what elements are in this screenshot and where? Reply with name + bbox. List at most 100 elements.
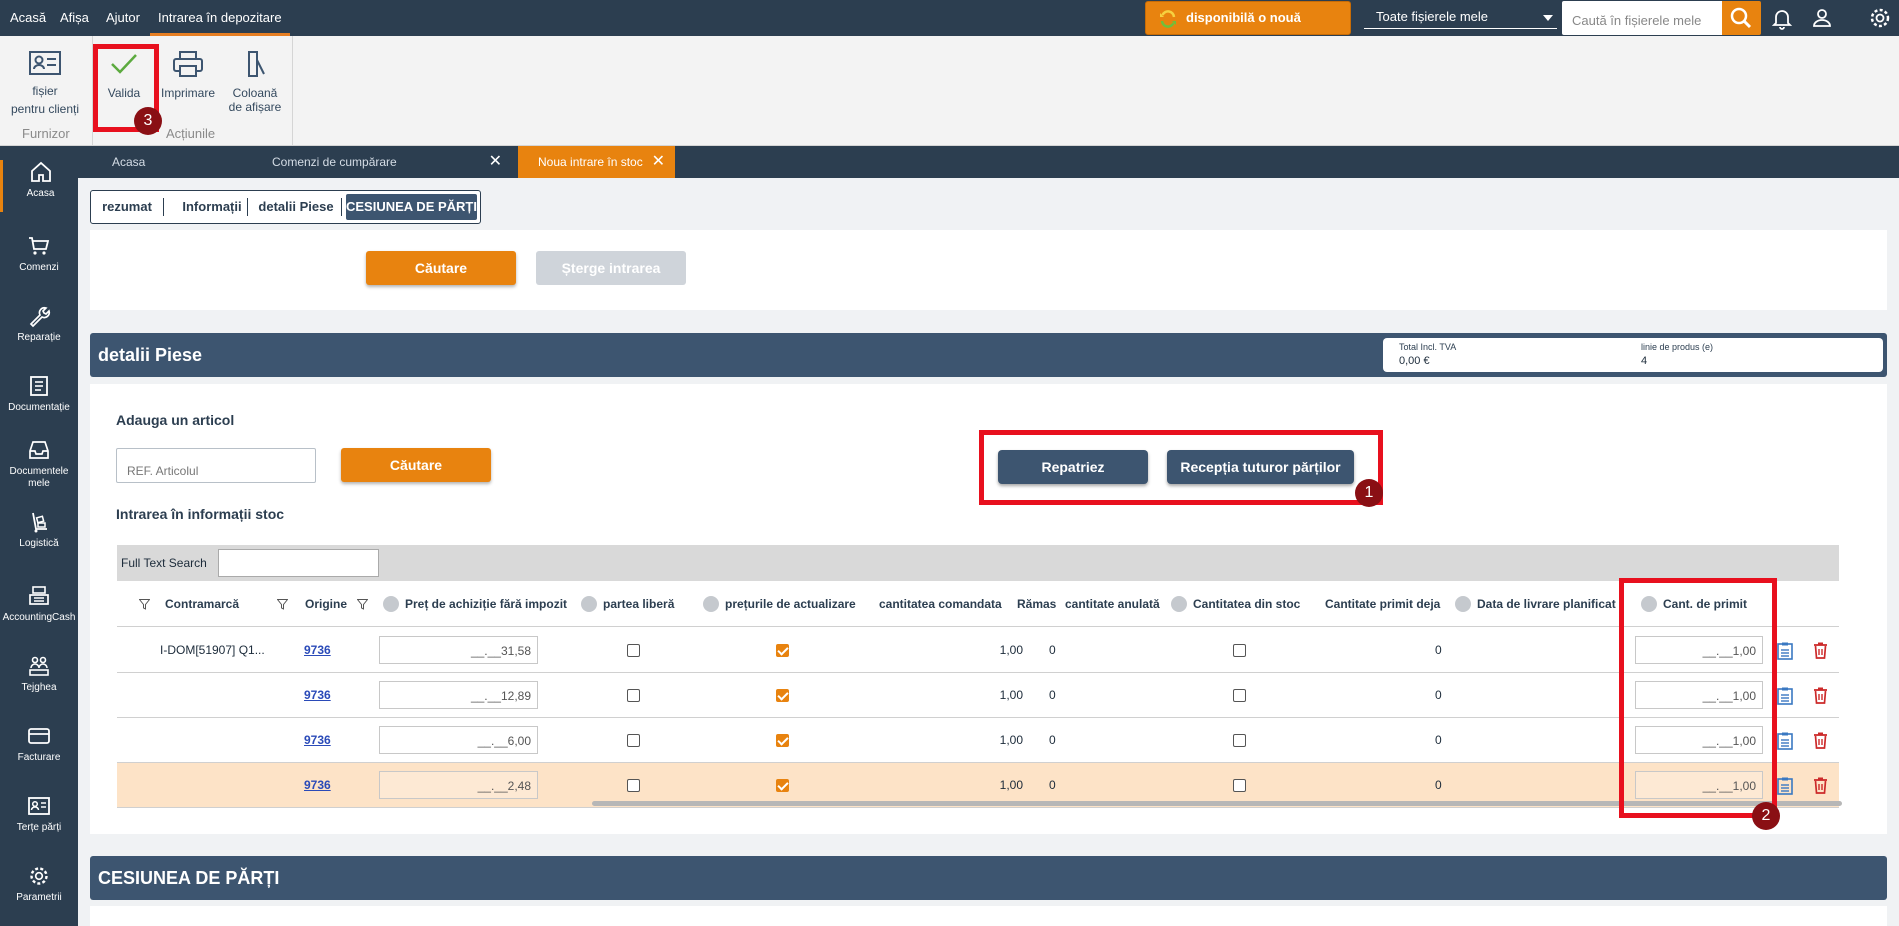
delete-entry-button[interactable]: Șterge intrarea bbox=[536, 251, 686, 285]
col-origine[interactable]: Origine bbox=[305, 581, 347, 627]
checkbox-partea-libera[interactable] bbox=[627, 734, 640, 747]
trash-icon[interactable] bbox=[1813, 718, 1828, 763]
checkbox-partea-libera[interactable] bbox=[627, 779, 640, 792]
sidebar: Acasa Comenzi Reparație Documentație Doc… bbox=[0, 146, 78, 926]
close-icon[interactable]: ✕ bbox=[489, 146, 502, 178]
sidebar-item-reparatie[interactable]: Reparație bbox=[0, 304, 78, 344]
bell-icon[interactable] bbox=[1770, 6, 1794, 30]
table-row[interactable]: I-DOM[51907] Q1... 9736 __.__31,58 1,00 0 0 __… bbox=[117, 628, 1839, 673]
filter-icon[interactable] bbox=[357, 581, 374, 627]
cell-origine-link[interactable]: 9736 bbox=[304, 718, 331, 763]
cell-pret-input[interactable]: __.__2,48 bbox=[379, 771, 538, 799]
checkbox-actualizare[interactable] bbox=[776, 734, 789, 747]
add-article-label: Adauga un articol bbox=[116, 412, 235, 428]
col-cantitate-primit-deja[interactable]: Cantitate primit deja bbox=[1325, 581, 1440, 627]
card-icon bbox=[28, 728, 50, 744]
cell-pret-input[interactable]: __.__12,89 bbox=[379, 681, 538, 709]
trash-icon[interactable] bbox=[1813, 673, 1828, 718]
print-button[interactable]: Imprimare bbox=[158, 50, 218, 100]
close-icon[interactable]: ✕ bbox=[652, 146, 665, 178]
tab-acasa[interactable]: Acasa bbox=[92, 146, 242, 178]
sidebar-item-terte-parti[interactable]: Terțe părți bbox=[0, 794, 78, 834]
search-button[interactable]: Căutare bbox=[366, 251, 516, 285]
sidebar-item-accountingcash[interactable]: AccountingCash bbox=[0, 584, 78, 624]
customer-file-label-2: pentru clienți bbox=[10, 102, 80, 116]
cell-origine-link[interactable]: 9736 bbox=[304, 763, 331, 808]
sidebar-item-facturare[interactable]: Facturare bbox=[0, 724, 78, 764]
subtab-informatii[interactable]: Informații bbox=[167, 191, 257, 223]
sidebar-item-comenzi[interactable]: Comenzi bbox=[0, 234, 78, 274]
cell-comandata: 1,00 bbox=[999, 643, 1023, 657]
tab-noua-intrare-in-stoc[interactable]: Noua intrare în stoc ✕ bbox=[518, 146, 675, 178]
gear-icon[interactable] bbox=[1868, 6, 1892, 30]
sidebar-item-documentatie[interactable]: Documentație bbox=[0, 374, 78, 414]
sidebar-item-logistica[interactable]: Logistică bbox=[0, 510, 78, 550]
customer-file-button[interactable]: fișier pentru clienți bbox=[8, 50, 82, 116]
column-display-label-2: de afișare bbox=[228, 100, 282, 114]
list-icon[interactable] bbox=[1777, 673, 1793, 718]
menu-acasa[interactable]: Acasă bbox=[10, 0, 46, 36]
sidebar-item-documentele-mele[interactable]: Documentele mele bbox=[0, 438, 78, 490]
checkbox-stoc[interactable] bbox=[1233, 734, 1246, 747]
checkbox-partea-libera[interactable] bbox=[627, 689, 640, 702]
list-icon[interactable] bbox=[1777, 718, 1793, 763]
col-cantitate-anulata[interactable]: cantitate anulată bbox=[1065, 581, 1160, 627]
menu-afisa[interactable]: Afișa bbox=[60, 0, 89, 36]
section-subtabs: rezumat Informații detalii Piese CESIUNE… bbox=[90, 190, 481, 224]
edit-icon bbox=[1455, 595, 1471, 612]
filter-icon[interactable] bbox=[139, 581, 156, 627]
search-input[interactable]: Caută în fișierele mele bbox=[1562, 1, 1722, 35]
checkbox-stoc[interactable] bbox=[1233, 689, 1246, 702]
col-data-livrare[interactable]: Data de livrare planificat bbox=[1455, 581, 1616, 627]
table-row[interactable]: 9736 __.__6,00 1,00 0 0 __.__1,00 bbox=[117, 718, 1839, 763]
checkbox-actualizare[interactable] bbox=[776, 644, 789, 657]
user-icon[interactable] bbox=[1810, 6, 1834, 30]
table-row[interactable]: 9736 __.__12,89 1,00 0 0 __.__1,00 bbox=[117, 673, 1839, 718]
counter-icon bbox=[29, 656, 49, 676]
subtab-rezumat[interactable]: rezumat bbox=[95, 191, 159, 223]
col-contramarca[interactable]: Contramarcă bbox=[165, 581, 239, 627]
cell-origine-link[interactable]: 9736 bbox=[304, 673, 331, 718]
cesiune-title: CESIUNEA DE PĂRȚI bbox=[98, 868, 280, 888]
sidebar-label: Acasa bbox=[26, 188, 55, 199]
checkbox-stoc[interactable] bbox=[1233, 644, 1246, 657]
article-ref-input[interactable]: REF. Articolul bbox=[116, 448, 316, 483]
sidebar-label: Reparație bbox=[17, 332, 61, 343]
full-text-search-label: Full Text Search bbox=[121, 556, 207, 570]
checkbox-stoc[interactable] bbox=[1233, 779, 1246, 792]
cell-pret-input[interactable]: __.__31,58 bbox=[379, 636, 538, 664]
col-cantitatea-din-stoc[interactable]: Cantitatea din stoc bbox=[1171, 581, 1300, 627]
menu-ajutor[interactable]: Ajutor bbox=[106, 0, 140, 36]
article-search-button[interactable]: Căutare bbox=[341, 448, 491, 482]
search-button[interactable] bbox=[1722, 1, 1761, 35]
sidebar-item-parametrii[interactable]: Parametrii bbox=[0, 864, 78, 904]
col-partea-libera[interactable]: partea liberă bbox=[581, 581, 674, 627]
subtab-cesiunea-de-parti[interactable]: CESIUNEA DE PĂRȚI bbox=[346, 194, 477, 220]
trash-icon[interactable] bbox=[1813, 628, 1828, 673]
sidebar-label: Tejghea bbox=[21, 682, 57, 693]
col-cantitatea-comandata[interactable]: cantitatea comandata bbox=[879, 581, 1002, 627]
sidebar-item-tejghea[interactable]: Tejghea bbox=[0, 654, 78, 694]
col-pret-achizitie[interactable]: Preț de achiziție fără impozit bbox=[383, 581, 567, 627]
table-header: Contramarcă Origine Preț de achiziție fă… bbox=[117, 581, 1839, 627]
full-text-search-input[interactable] bbox=[218, 549, 379, 577]
subtab-detalii-piese[interactable]: detalii Piese bbox=[251, 191, 341, 223]
update-available-button[interactable]: disponibilă o nouă versiune bbox=[1145, 1, 1351, 57]
filter-icon[interactable] bbox=[277, 581, 294, 627]
menu-intrarea-in-depozitare[interactable]: Intrarea în depozitare bbox=[150, 0, 290, 36]
list-icon[interactable] bbox=[1777, 628, 1793, 673]
col-ramas[interactable]: Rămas bbox=[1017, 581, 1056, 627]
checkbox-actualizare[interactable] bbox=[776, 689, 789, 702]
checkbox-partea-libera[interactable] bbox=[627, 644, 640, 657]
checkbox-actualizare[interactable] bbox=[776, 779, 789, 792]
wrench-icon bbox=[29, 306, 51, 328]
cell-origine-link[interactable]: 9736 bbox=[304, 628, 331, 673]
tab-comenzi-de-cumparare[interactable]: Comenzi de cumpărare ✕ bbox=[252, 146, 512, 178]
edit-icon bbox=[581, 595, 597, 612]
cell-pret-input[interactable]: __.__6,00 bbox=[379, 726, 538, 754]
col-preturile-actualizare[interactable]: prețurile de actualizare bbox=[703, 581, 856, 627]
sidebar-item-acasa[interactable]: Acasa bbox=[0, 160, 78, 212]
files-scope-select[interactable]: Toate fișierele mele bbox=[1364, 5, 1557, 29]
total-label: Total Incl. TVA bbox=[1399, 342, 1457, 352]
column-display-button[interactable]: Coloană de afișare bbox=[222, 50, 288, 114]
